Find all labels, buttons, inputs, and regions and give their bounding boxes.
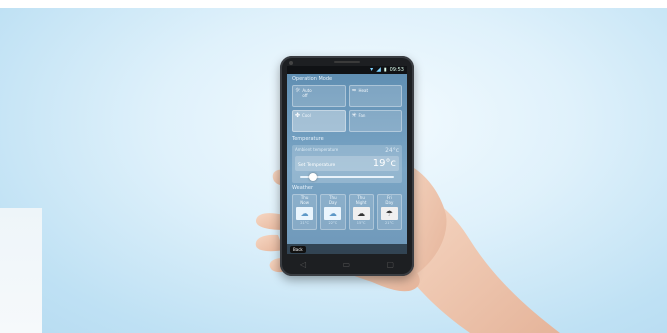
mode-fan-button[interactable]: ✳ Fan <box>348 110 402 132</box>
mode-auto-button[interactable]: ☼ Auto off <box>292 85 346 107</box>
earpiece-speaker <box>334 61 360 63</box>
status-time: 09:53 <box>389 67 404 73</box>
temperature-panel: Ambient temperature 24°c Set Temperature… <box>292 145 402 183</box>
battery-icon: ▮ <box>383 67 387 73</box>
weather-day[interactable]: Fri Day ☂ 21°C <box>376 194 402 230</box>
heat-icon: ≈ <box>351 87 357 94</box>
mode-fan-label: Fan <box>358 113 366 118</box>
wifi-icon: ▾ <box>370 66 374 73</box>
ambient-label: Ambient temperature <box>295 147 339 152</box>
day-label-2: Now <box>300 200 309 205</box>
hardware-keys: ◁ ▭ ▢ <box>300 260 394 269</box>
mode-heat-button[interactable]: ≈ Heat <box>348 85 402 107</box>
auto-icon: ☼ <box>295 87 301 94</box>
signal-icon: ◢ <box>376 66 381 73</box>
weather-day[interactable]: Thu Night ☁ 15°C <box>348 194 374 230</box>
day-temp: 21°C <box>385 221 394 225</box>
day-label-2: Day <box>385 200 394 205</box>
fan-cool-icon: ✤ <box>295 112 301 119</box>
slider-knob[interactable] <box>309 173 318 181</box>
temperature-title: Temperature <box>292 136 324 142</box>
set-temperature-label: Set Temperature <box>298 163 336 168</box>
cloud-outline-icon: ☁ <box>352 207 370 220</box>
cloud-rain-icon: ☂ <box>380 207 398 220</box>
phone-screen: ▾ ◢ ▮ 09:53 Operation Mode ☼ Auto off ≈ H… <box>287 66 407 254</box>
weather-days: Thu Now ☁ 21°C Thu Day ☁ 22°C Thu Night … <box>287 192 407 230</box>
back-button[interactable]: Back <box>290 246 306 253</box>
mode-grid: ☼ Auto off ≈ Heat ✤ Cool ✳ Fan <box>287 83 407 134</box>
mode-heat-label: Heat <box>358 88 369 93</box>
mode-auto-sub: off <box>302 93 308 98</box>
temperature-slider[interactable] <box>300 173 394 181</box>
mode-cool-button[interactable]: ✤ Cool <box>292 110 346 132</box>
day-label-2: Night <box>355 200 367 205</box>
day-label-2: Day <box>328 200 337 205</box>
operation-mode-title: Operation Mode <box>292 76 333 82</box>
weather-day[interactable]: Thu Now ☁ 21°C <box>292 194 318 230</box>
cloud-icon: ☁ <box>296 207 314 220</box>
front-camera <box>289 61 293 65</box>
day-temp: 22°C <box>328 221 338 225</box>
back-key-icon[interactable]: ◁ <box>300 260 306 269</box>
weather-day[interactable]: Thu Day ☁ 22°C <box>320 194 346 230</box>
ambient-row: Ambient temperature 24°c <box>292 145 402 154</box>
set-temperature-value: 19°c <box>372 158 396 169</box>
weather-title: Weather <box>292 185 314 191</box>
set-temperature-row: Set Temperature 19°c <box>295 156 399 171</box>
snowflake-icon: ✳ <box>351 112 357 119</box>
mode-cool-label: Cool <box>302 113 311 118</box>
ambient-value: 24°c <box>385 147 399 154</box>
status-bar: ▾ ◢ ▮ 09:53 <box>287 66 407 74</box>
day-temp: 15°C <box>356 221 366 225</box>
home-key-icon[interactable]: ▭ <box>343 260 351 269</box>
menu-key-icon[interactable]: ▢ <box>386 260 394 269</box>
cloud-icon: ☁ <box>324 207 342 220</box>
day-temp: 21°C <box>300 221 309 225</box>
smartphone: ▾ ◢ ▮ 09:53 Operation Mode ☼ Auto off ≈ H… <box>280 56 414 276</box>
